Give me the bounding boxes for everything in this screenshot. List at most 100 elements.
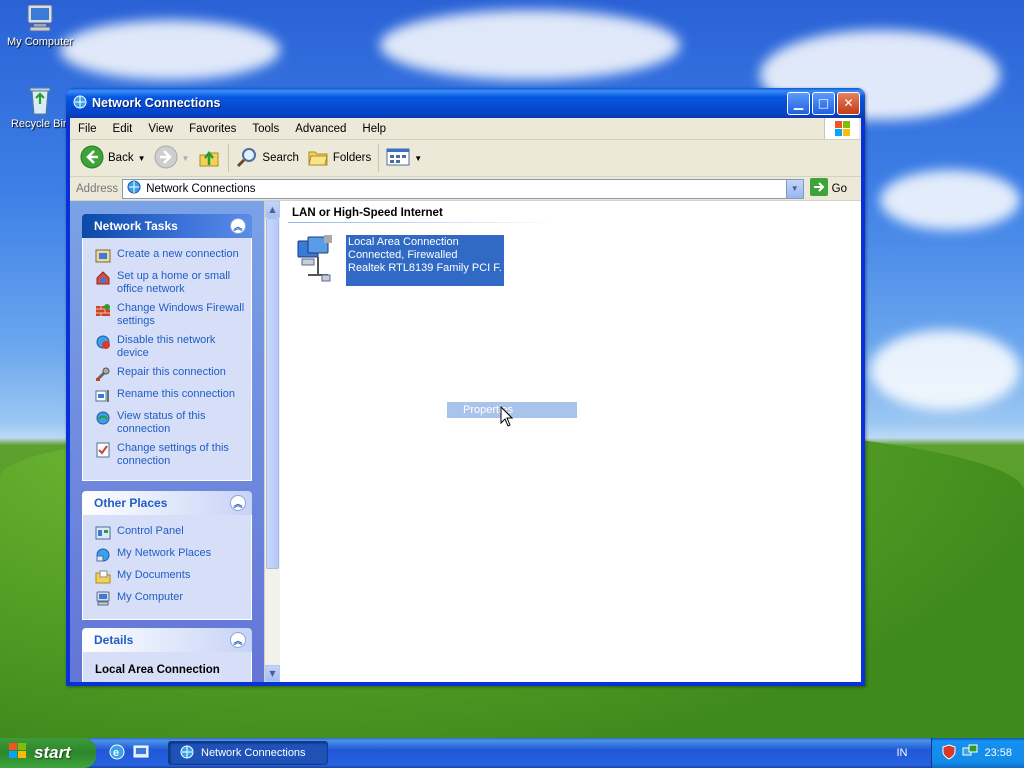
menu-favorites[interactable]: Favorites	[181, 123, 244, 135]
network-connections-icon	[126, 179, 142, 198]
pane-title: Network Tasks	[94, 219, 178, 233]
back-button[interactable]: Back ▼	[76, 145, 150, 172]
menu-advanced[interactable]: Advanced	[287, 123, 354, 135]
local-area-connection-item[interactable]: Local Area Connection Connected, Firewal…	[294, 235, 504, 286]
task-label: Rename this connection	[117, 388, 236, 400]
lan-connection-icon	[294, 235, 342, 286]
internet-explorer-icon[interactable]: e	[108, 743, 126, 764]
pane-title: Other Places	[94, 496, 168, 510]
taskbar-button-label: Network Connections	[201, 747, 306, 759]
minimize-icon: ▁	[793, 96, 804, 110]
menu-help[interactable]: Help	[354, 123, 394, 135]
network-tasks-header[interactable]: Network Tasks ︽	[82, 214, 252, 238]
clock[interactable]: 23:58	[984, 747, 1012, 759]
start-button[interactable]: start	[0, 738, 96, 768]
connections-list: LAN or High-Speed Internet Local Area Co…	[280, 201, 861, 682]
quick-launch: e	[108, 743, 150, 764]
menu-edit[interactable]: Edit	[105, 123, 141, 135]
network-tasks-pane: Network Tasks ︽ Create a new connection …	[82, 214, 252, 481]
collapse-chevron-icon[interactable]: ︽	[230, 495, 246, 511]
connection-device: Realtek RTL8139 Family PCI F...	[348, 262, 502, 274]
network-places-icon	[95, 547, 111, 563]
scrollbar-thumb[interactable]	[266, 218, 279, 569]
network-connections-window: Network Connections ▁ □ ✕ File Edit View…	[66, 88, 865, 686]
task-label: Change settings of this connection	[117, 442, 229, 467]
close-button[interactable]: ✕	[837, 91, 860, 115]
show-desktop-icon[interactable]	[132, 743, 150, 764]
place-control-panel[interactable]: Control Panel	[95, 525, 245, 541]
up-folder-button[interactable]	[193, 145, 225, 172]
computer-icon	[24, 2, 56, 34]
taskbar-button-network-connections[interactable]: Network Connections	[168, 741, 328, 765]
minimize-button[interactable]: ▁	[787, 91, 810, 115]
task-home-network[interactable]: Set up a home or small office network	[95, 270, 245, 296]
task-pane-scrollbar[interactable]: ▲ ▼	[264, 201, 280, 682]
menu-view[interactable]: View	[140, 123, 181, 135]
task-rename-connection[interactable]: Rename this connection	[95, 388, 245, 404]
address-field[interactable]: Network Connections ▼	[122, 178, 804, 199]
task-label: Disable this network device	[117, 334, 216, 359]
mouse-cursor-icon	[500, 405, 514, 431]
desktop-cloud	[380, 10, 680, 80]
collapse-chevron-icon[interactable]: ︽	[230, 218, 246, 234]
place-label: My Computer	[117, 591, 184, 603]
task-change-settings[interactable]: Change settings of this connection	[95, 442, 245, 468]
task-label: Create a new connection	[117, 248, 239, 260]
views-button[interactable]: ▼	[382, 147, 426, 170]
toolbar-separator	[228, 144, 230, 172]
search-icon	[236, 146, 258, 171]
toolbar-separator	[378, 144, 380, 172]
views-icon	[386, 147, 410, 170]
security-alert-icon[interactable]	[942, 743, 956, 763]
address-bar: Address Network Connections ▼ Go	[70, 177, 861, 201]
place-my-documents[interactable]: My Documents	[95, 569, 245, 585]
maximize-button[interactable]: □	[812, 91, 835, 115]
task-create-connection[interactable]: Create a new connection	[95, 248, 245, 264]
disable-device-icon	[95, 334, 111, 350]
title-bar[interactable]: Network Connections ▁ □ ✕	[66, 88, 865, 118]
task-view-status[interactable]: View status of this connection	[95, 410, 245, 436]
search-button[interactable]: Search	[232, 146, 302, 171]
desktop-icon-my-computer[interactable]: My Computer	[0, 2, 80, 48]
go-button[interactable]: Go	[809, 178, 847, 199]
other-places-header[interactable]: Other Places ︽	[82, 491, 252, 515]
documents-icon	[95, 569, 111, 585]
svg-text:e: e	[113, 747, 119, 759]
back-dropdown-icon[interactable]: ▼	[138, 154, 146, 163]
folders-button[interactable]: Folders	[303, 146, 375, 171]
place-my-network-places[interactable]: My Network Places	[95, 547, 245, 563]
computer-icon	[95, 591, 111, 607]
forward-button[interactable]: ▼	[150, 145, 194, 172]
task-repair-connection[interactable]: Repair this connection	[95, 366, 245, 382]
control-panel-icon	[95, 525, 111, 541]
menu-bar: File Edit View Favorites Tools Advanced …	[70, 118, 861, 140]
network-tray-icon[interactable]	[962, 744, 978, 763]
recycle-bin-icon	[24, 84, 56, 116]
desktop-cloud	[60, 20, 280, 80]
scroll-up-icon[interactable]: ▲	[265, 201, 280, 218]
scroll-down-icon[interactable]: ▼	[265, 665, 280, 682]
address-dropdown-icon[interactable]: ▼	[785, 179, 803, 198]
window-title: Network Connections	[92, 96, 221, 110]
other-places-body: Control Panel My Network Places My Docum…	[82, 515, 252, 620]
back-label: Back	[108, 152, 134, 164]
place-label: Control Panel	[117, 525, 184, 537]
task-disable-device[interactable]: Disable this network device	[95, 334, 245, 360]
main-area: Network Tasks ︽ Create a new connection …	[70, 201, 861, 682]
details-body: Local Area Connection	[82, 652, 252, 682]
menu-file[interactable]: File	[70, 123, 105, 135]
forward-dropdown-icon: ▼	[181, 153, 190, 163]
menu-tools[interactable]: Tools	[244, 123, 287, 135]
taskbar: start e Network Connections IN 23:58	[0, 738, 1024, 768]
collapse-chevron-icon[interactable]: ︽	[230, 632, 246, 648]
back-arrow-icon	[80, 145, 104, 172]
place-my-computer[interactable]: My Computer	[95, 591, 245, 607]
place-label: My Documents	[117, 569, 191, 581]
details-header[interactable]: Details ︽	[82, 628, 252, 652]
settings-icon	[95, 442, 111, 458]
task-firewall-settings[interactable]: Change Windows Firewall settings	[95, 302, 245, 328]
system-tray: 23:58	[931, 738, 1024, 768]
language-indicator[interactable]: IN	[896, 747, 907, 759]
forward-arrow-icon	[154, 145, 178, 172]
desktop-icon-label: My Computer	[6, 36, 74, 48]
